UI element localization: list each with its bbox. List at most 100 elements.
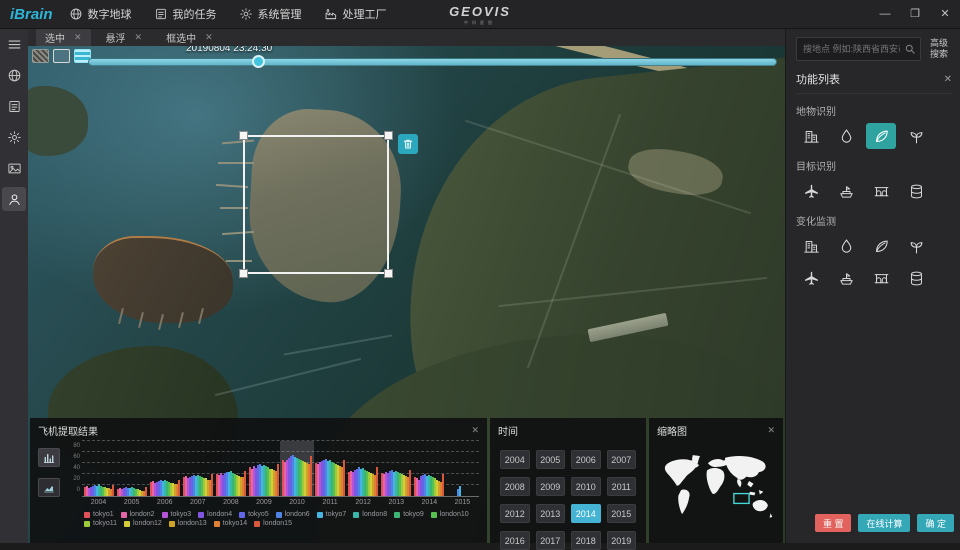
close-button[interactable]: ✕ — [930, 0, 960, 28]
year-button-2009[interactable]: 2009 — [536, 477, 566, 496]
timeline-track[interactable] — [88, 58, 777, 66]
search-input[interactable] — [797, 44, 920, 54]
tasks-icon — [7, 99, 22, 114]
legend-item-tokyo1[interactable]: tokyo1 — [84, 511, 114, 518]
legend-item-london2[interactable]: london2 — [121, 511, 155, 518]
year-button-2011[interactable]: 2011 — [607, 477, 637, 496]
chart-panel-close-icon[interactable]: ✕ — [471, 425, 479, 436]
legend-item-london15[interactable]: london15 — [254, 520, 292, 527]
function-button-crop-change[interactable] — [901, 233, 931, 259]
legend-item-london8[interactable]: london8 — [353, 511, 387, 518]
function-panel-close-icon[interactable]: ✕ — [944, 74, 952, 85]
sidebar-item-my-tasks[interactable] — [2, 94, 26, 118]
top-menu-item-globe[interactable]: 数字地球 — [69, 6, 132, 22]
selection-handle-top-left[interactable] — [239, 131, 248, 140]
selection-handle-bottom-left[interactable] — [239, 269, 248, 278]
legend-chip — [84, 521, 90, 527]
tab-close-icon[interactable]: ✕ — [135, 32, 143, 43]
window-controls: — ❐ ✕ — [870, 0, 960, 28]
year-button-2015[interactable]: 2015 — [607, 504, 637, 523]
function-button-water-change[interactable] — [831, 233, 861, 259]
advanced-search-button[interactable]: 高级搜索 — [926, 38, 952, 61]
selection-handle-bottom-right[interactable] — [384, 269, 393, 278]
delete-selection-button[interactable] — [398, 134, 418, 154]
map-selection-rectangle[interactable] — [243, 135, 389, 274]
search-icon[interactable] — [904, 43, 916, 55]
bar-london15-2012 — [376, 467, 378, 496]
function-button-oil-tank-change[interactable] — [901, 265, 931, 291]
timeline-handle[interactable] — [252, 55, 265, 68]
maximize-button[interactable]: ❐ — [900, 0, 930, 28]
year-button-2013[interactable]: 2013 — [536, 504, 566, 523]
selection-handle-top-right[interactable] — [384, 131, 393, 140]
leaf-icon — [873, 238, 890, 255]
tab-close-icon[interactable]: ✕ — [205, 32, 213, 43]
tab-1[interactable]: 选中✕ — [36, 29, 91, 46]
overview-panel-close-icon[interactable]: ✕ — [767, 425, 775, 436]
bar-chart-toggle-button[interactable] — [38, 448, 60, 467]
function-button-bridge-detection[interactable] — [866, 178, 896, 204]
year-button-2017[interactable]: 2017 — [536, 531, 566, 550]
sidebar-item-imagery[interactable] — [2, 156, 26, 180]
minimize-button[interactable]: — — [870, 0, 900, 28]
function-button-water-recognition[interactable] — [831, 123, 861, 149]
reset-button[interactable]: 重 置 — [815, 514, 852, 532]
year-button-2019[interactable]: 2019 — [607, 531, 637, 550]
image-icon — [7, 161, 22, 176]
year-button-2010[interactable]: 2010 — [571, 477, 601, 496]
year-button-2004[interactable]: 2004 — [500, 450, 530, 469]
legend-item-london10[interactable]: london10 — [431, 511, 469, 518]
year-button-2018[interactable]: 2018 — [571, 531, 601, 550]
bar-group-2013 — [380, 441, 413, 496]
legend-item-london12[interactable]: london12 — [124, 520, 162, 527]
tab-2[interactable]: 悬浮✕ — [97, 29, 152, 46]
function-button-airplane-detection[interactable] — [796, 178, 826, 204]
sidebar-item-settings[interactable] — [2, 125, 26, 149]
legend-item-tokyo14[interactable]: tokyo14 — [214, 520, 248, 527]
layer-outline-button[interactable] — [53, 49, 70, 63]
legend-item-tokyo9[interactable]: tokyo9 — [394, 511, 424, 518]
function-button-building-recognition[interactable] — [796, 123, 826, 149]
legend-item-tokyo11[interactable]: tokyo11 — [84, 520, 117, 527]
overview-viewport[interactable] — [734, 494, 749, 504]
timeline-timestamp: 20190804 23:24:30 — [186, 46, 272, 54]
function-button-ship-detection[interactable] — [831, 178, 861, 204]
online-compute-button[interactable]: 在线计算 — [858, 514, 910, 532]
tab-3[interactable]: 框选中✕ — [157, 29, 222, 46]
function-button-oil-tank-detection[interactable] — [901, 178, 931, 204]
bar-london15-2011 — [343, 460, 345, 496]
legend-chip — [124, 521, 130, 527]
function-button-vegetation-recognition[interactable] — [866, 123, 896, 149]
top-menu-item-tasks[interactable]: 我的任务 — [154, 6, 217, 22]
sidebar-item-user[interactable] — [2, 187, 26, 211]
year-button-2007[interactable]: 2007 — [607, 450, 637, 469]
function-button-airplane-change[interactable] — [796, 265, 826, 291]
year-button-2005[interactable]: 2005 — [536, 450, 566, 469]
legend-item-tokyo5[interactable]: tokyo5 — [239, 511, 269, 518]
legend-item-london4[interactable]: london4 — [198, 511, 232, 518]
tab-close-icon[interactable]: ✕ — [74, 32, 82, 43]
sidebar-item-main-menu[interactable] — [2, 32, 26, 56]
function-button-vegetation-change[interactable] — [866, 233, 896, 259]
area-chart-toggle-button[interactable] — [38, 478, 60, 497]
top-menu-item-factory[interactable]: 处理工厂 — [324, 6, 387, 22]
year-button-2014[interactable]: 2014 — [571, 504, 601, 523]
year-button-2012[interactable]: 2012 — [500, 504, 530, 523]
layer-thumbnail-button[interactable] — [32, 49, 49, 63]
x-axis-label-2013: 2013 — [380, 499, 413, 506]
legend-item-tokyo7[interactable]: tokyo7 — [317, 511, 347, 518]
legend-item-tokyo3[interactable]: tokyo3 — [162, 511, 192, 518]
function-button-ship-change[interactable] — [831, 265, 861, 291]
sidebar-item-digital-earth[interactable] — [2, 63, 26, 87]
legend-item-london13[interactable]: london13 — [169, 520, 207, 527]
top-menu-label: 系统管理 — [258, 6, 302, 22]
year-button-2008[interactable]: 2008 — [500, 477, 530, 496]
year-button-2006[interactable]: 2006 — [571, 450, 601, 469]
function-button-crop-recognition[interactable] — [901, 123, 931, 149]
function-button-building-change[interactable] — [796, 233, 826, 259]
legend-item-london6[interactable]: london6 — [276, 511, 310, 518]
top-menu-item-gear[interactable]: 系统管理 — [239, 6, 302, 22]
year-button-2016[interactable]: 2016 — [500, 531, 530, 550]
function-button-bridge-change[interactable] — [866, 265, 896, 291]
confirm-button[interactable]: 确 定 — [917, 514, 954, 532]
